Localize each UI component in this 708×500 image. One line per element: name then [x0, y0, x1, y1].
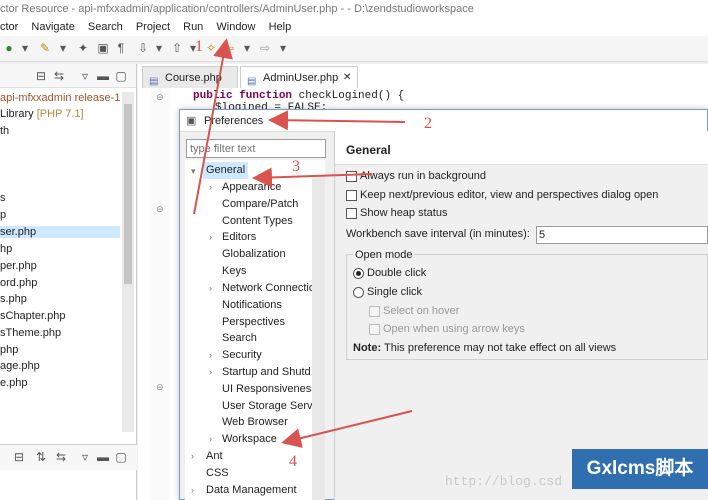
annotation-label: 2 — [424, 115, 432, 132]
annotation-arrow — [281, 410, 413, 448]
annotation-arrow — [268, 110, 406, 131]
annotation-label: 1 — [195, 38, 203, 55]
annotation-label: 3 — [292, 158, 300, 175]
annotation-arrows — [193, 38, 413, 448]
watermark-url: http://blog.csd — [445, 474, 563, 489]
annotation-label: 4 — [289, 453, 297, 470]
annotation-arrow — [252, 167, 373, 188]
watermark-logo: Gxlcms脚本 — [572, 449, 708, 489]
annotation-arrow — [193, 38, 233, 215]
